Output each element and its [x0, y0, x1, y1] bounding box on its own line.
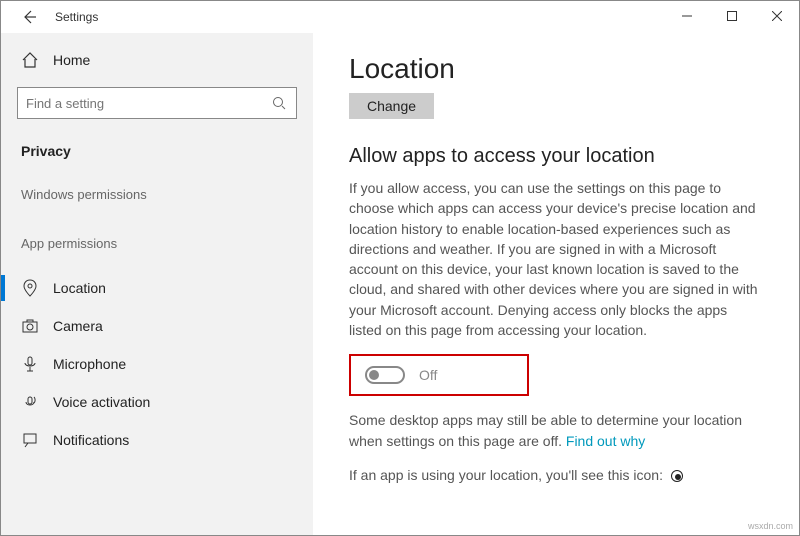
sidebar-item-label: Microphone — [53, 356, 126, 372]
section-description: If you allow access, you can use the set… — [349, 178, 763, 340]
sidebar-item-label: Location — [53, 280, 106, 296]
change-button[interactable]: Change — [349, 93, 434, 119]
desktop-apps-note: Some desktop apps may still be able to d… — [349, 410, 763, 451]
microphone-icon — [21, 355, 39, 373]
sidebar-item-voice-activation[interactable]: Voice activation — [1, 383, 313, 421]
home-label: Home — [53, 52, 90, 68]
toggle-state-label: Off — [419, 367, 437, 383]
minimize-button[interactable] — [664, 1, 709, 31]
search-input[interactable] — [26, 96, 270, 111]
icon-note-text: If an app is using your location, you'll… — [349, 467, 663, 483]
group-app-permissions: App permissions — [1, 226, 313, 269]
toggle-highlight: Off — [349, 354, 529, 396]
close-button[interactable] — [754, 1, 799, 31]
page-title: Location — [349, 53, 763, 85]
location-icon — [21, 279, 39, 297]
sidebar-item-location[interactable]: Location — [1, 269, 313, 307]
category-header: Privacy — [1, 137, 313, 177]
location-access-toggle[interactable] — [365, 366, 405, 384]
voice-icon — [21, 393, 39, 411]
sidebar-item-notifications[interactable]: Notifications — [1, 421, 313, 459]
back-button[interactable] — [13, 1, 45, 33]
sidebar: Home Privacy Windows permissions App per… — [1, 33, 313, 535]
window-title: Settings — [55, 10, 98, 24]
search-icon — [270, 94, 288, 112]
location-in-use-icon — [671, 470, 683, 482]
sidebar-item-label: Camera — [53, 318, 103, 334]
watermark: wsxdn.com — [748, 521, 793, 531]
find-out-why-link[interactable]: Find out why — [566, 433, 645, 449]
main-panel: Location Change Allow apps to access you… — [313, 33, 799, 535]
home-icon — [21, 51, 39, 69]
section-heading: Allow apps to access your location — [349, 145, 763, 168]
note-text: Some desktop apps may still be able to d… — [349, 412, 742, 448]
sidebar-item-microphone[interactable]: Microphone — [1, 345, 313, 383]
maximize-button[interactable] — [709, 1, 754, 31]
icon-note: If an app is using your location, you'll… — [349, 465, 763, 485]
group-windows-permissions[interactable]: Windows permissions — [1, 177, 313, 226]
sidebar-item-label: Notifications — [53, 432, 129, 448]
camera-icon — [21, 317, 39, 335]
search-box[interactable] — [17, 87, 297, 119]
sidebar-item-label: Voice activation — [53, 394, 150, 410]
notifications-icon — [21, 431, 39, 449]
sidebar-item-camera[interactable]: Camera — [1, 307, 313, 345]
home-nav[interactable]: Home — [1, 43, 313, 77]
